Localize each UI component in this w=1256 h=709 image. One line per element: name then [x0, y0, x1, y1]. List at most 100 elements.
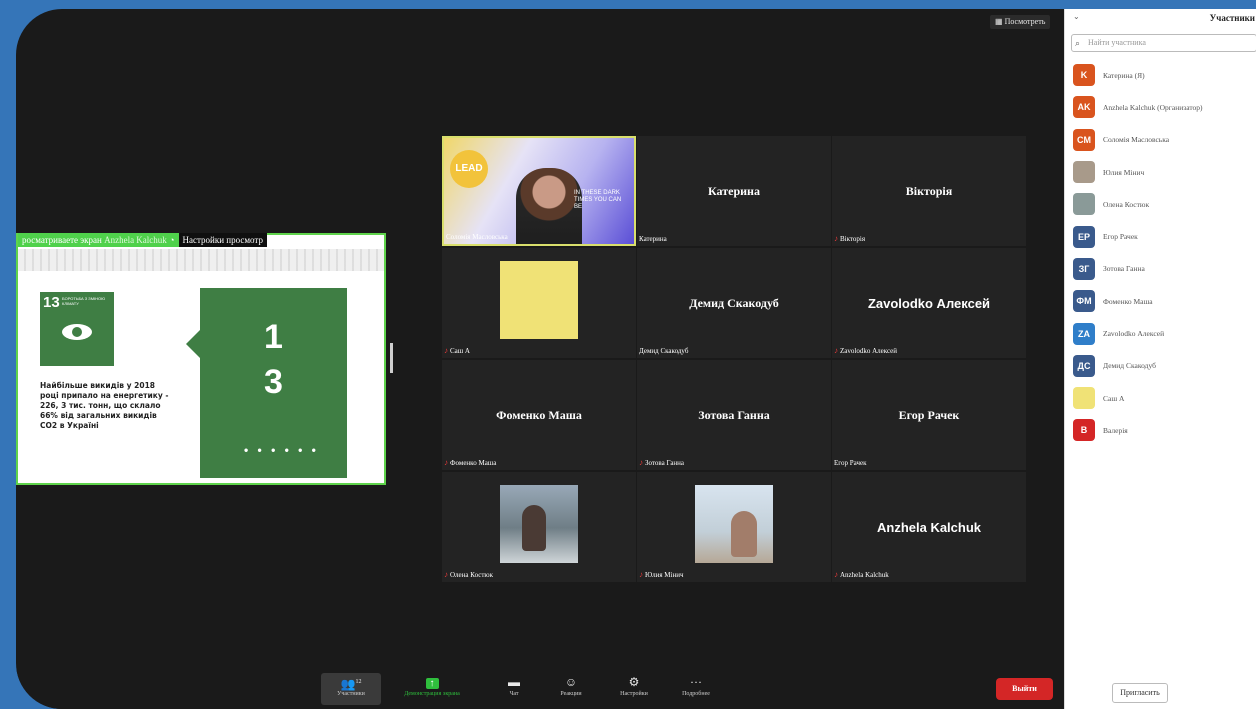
share-screen-label: Демонстрация экрана	[404, 691, 460, 697]
tile-name-label: ♪ Вікторія	[834, 234, 865, 243]
leave-button[interactable]: Выйти	[996, 678, 1053, 700]
slide-digit-2: 3	[264, 363, 283, 401]
avatar	[1073, 161, 1095, 184]
participant-row[interactable]: CM Соломія Масловська	[1073, 124, 1256, 156]
tile-name-label: ♪ Фоменко Маша	[444, 458, 496, 467]
participant-search-input[interactable]: ⌕ Найти участника	[1071, 34, 1256, 52]
avatar	[1073, 193, 1095, 216]
resize-handle[interactable]	[390, 343, 393, 373]
view-settings-button[interactable]: Настройки просмотр	[178, 233, 267, 247]
panel-header: ⌄ Участники	[1065, 9, 1256, 31]
video-tile[interactable]: Фоменко Маша ♪ Фоменко Маша	[442, 360, 636, 470]
participant-row[interactable]: K Катерина (Я)	[1073, 59, 1256, 91]
mic-muted-icon: ♪	[834, 570, 838, 579]
video-tile[interactable]: Катерина Катерина	[637, 136, 831, 246]
tile-label-text: Zavolodko Алексей	[840, 346, 898, 355]
tile-label-text: Фоменко Маша	[450, 458, 497, 467]
mic-muted-icon: ♪	[834, 234, 838, 243]
share-screen-button[interactable]: ↑ Демонстрация экрана	[386, 673, 478, 705]
search-placeholder: Найти участника	[1088, 38, 1146, 47]
tile-label-text: Anzhela Kalchuk	[840, 570, 889, 579]
video-tile[interactable]: Anzhela Kalchuk ♪ Anzhela Kalchuk	[832, 472, 1026, 582]
slide-digit-1: 1	[264, 318, 283, 356]
video-tile[interactable]: Zavolodko Алексей ♪ Zavolodko Алексей	[832, 248, 1026, 358]
video-tile[interactable]: ♪ Саш А	[442, 248, 636, 358]
avatar: CM	[1073, 128, 1095, 151]
sdg-number: 13	[43, 294, 60, 311]
tile-name-label: Катерина	[639, 235, 667, 243]
video-tile[interactable]: Вікторія ♪ Вікторія	[832, 136, 1026, 246]
participant-name: Демид Скакодуб	[1103, 361, 1156, 371]
tile-center-name: Егор Рачек	[898, 408, 960, 422]
tile-name-label: Соломія Масловська	[446, 233, 508, 241]
presenter-name: Anzhela Kalchuk	[104, 235, 167, 245]
sdg-title: БОРОТЬБА З ЗМІНОЮ КЛІМАТУ	[62, 296, 106, 306]
viewing-notice: росматриваете экран Anzhela Kalchuk ◔	[18, 233, 179, 247]
video-tile[interactable]: Зотова Ганна ♪ Зотова Ганна	[637, 360, 831, 470]
avatar: K	[1073, 64, 1095, 87]
participant-row[interactable]: ФМ Фоменко Маша	[1073, 285, 1256, 317]
tile-center-name: Zavolodko Алексей	[867, 296, 991, 311]
participant-row[interactable]: ДС Демид Скакодуб	[1073, 350, 1256, 382]
reactions-label: Реакции	[560, 691, 582, 697]
tile-label-text: Вікторія	[840, 234, 866, 243]
participants-button[interactable]: 👥12 Участники	[321, 673, 381, 705]
video-tile[interactable]: ♪ Олена Костюк	[442, 472, 636, 582]
chat-button[interactable]: ▬ Чат	[484, 673, 544, 705]
participants-label: Участники	[337, 691, 365, 697]
participant-row[interactable]: ZA Zavolodko Алексей	[1073, 317, 1256, 349]
avatar: ZA	[1073, 322, 1095, 345]
slide-canvas: 13 БОРОТЬБА З ЗМІНОЮ КЛІМАТУ Найбільше в…	[18, 273, 373, 478]
participant-row[interactable]: Юлия Мінич	[1073, 156, 1256, 188]
participant-name: Юлия Мінич	[1103, 167, 1145, 177]
participant-row[interactable]: В Валерія	[1073, 414, 1256, 446]
tile-label-text: Егор Рачек	[834, 459, 867, 467]
reactions-button[interactable]: ☺ Реакции	[544, 673, 598, 705]
participants-count: 12	[355, 679, 362, 685]
video-tile[interactable]: Демид Скакодуб Демид Скакодуб	[637, 248, 831, 358]
participant-name: Катерина (Я)	[1103, 70, 1145, 80]
avatar: ЗГ	[1073, 257, 1095, 280]
shared-screen[interactable]: росматриваете экран Anzhela Kalchuk ◔ На…	[16, 233, 386, 485]
tile-name-label: ♪ Саш А	[444, 346, 470, 355]
search-icon: ⌕	[1075, 38, 1081, 48]
view-button[interactable]: ▦ Посмотреть	[990, 15, 1051, 29]
tile-label-text: Зотова Ганна	[645, 458, 685, 467]
participant-row[interactable]: ЗГ Зотова Ганна	[1073, 253, 1256, 285]
meeting-window: ▦ Посмотреть росматриваете экран Anzhela…	[16, 9, 1256, 709]
avatar: ЕР	[1073, 225, 1095, 248]
video-tile[interactable]: ♪ Юлия Мінич	[637, 472, 831, 582]
chat-label: Чат	[509, 691, 519, 697]
avatar: В	[1073, 419, 1095, 442]
settings-button[interactable]: ⚙ Настройки	[604, 673, 664, 705]
tile-center-name: Anzhela Kalchuk	[876, 520, 982, 535]
shared-app-toolbar	[18, 249, 384, 271]
tile-label-text: Соломія Масловська	[446, 233, 508, 241]
mic-muted-icon: ♪	[444, 570, 448, 579]
avatar: ДС	[1073, 354, 1095, 377]
mic-muted-icon: ♪	[639, 570, 643, 579]
participant-name: Соломія Масловська	[1103, 135, 1170, 145]
participant-row[interactable]: Олена Костюк	[1073, 188, 1256, 220]
video-tile[interactable]: LEAD IN THESE DARK TIMES YOU CAN BE Соломі…	[442, 136, 636, 246]
participant-name: Anzhela Kalchuk (Организатор)	[1103, 102, 1203, 112]
avatar	[500, 261, 578, 339]
person-silhouette	[516, 168, 582, 244]
video-tile[interactable]: Егор Рачек Егор Рачек	[832, 360, 1026, 470]
chevron-down-icon[interactable]: ⌄	[1073, 12, 1080, 21]
tile-label-text: Олена Костюк	[450, 570, 494, 579]
mic-muted-icon: ♪	[444, 458, 448, 467]
tile-center-name: Демид Скакодуб	[689, 296, 779, 310]
invite-button[interactable]: Пригласить	[1112, 683, 1168, 703]
participant-row[interactable]: AK Anzhela Kalchuk (Организатор)	[1073, 91, 1256, 123]
more-button[interactable]: ··· Подробнее	[666, 673, 726, 705]
participant-row[interactable]: ЕР Егор Рачек	[1073, 220, 1256, 252]
participant-row[interactable]: Саш А	[1073, 382, 1256, 414]
tile-center-name: Фоменко Маша	[496, 408, 582, 422]
tile-name-label: Егор Рачек	[834, 459, 866, 467]
tile-label-text: Юлия Мінич	[645, 570, 684, 579]
camera-video: LEAD IN THESE DARK TIMES YOU CAN BE	[444, 138, 634, 244]
participants-icon: 👥12	[340, 677, 362, 691]
participants-panel: ⌄ Участники ⌕ Найти участника K Катерина …	[1064, 9, 1256, 709]
participant-name: Фоменко Маша	[1103, 296, 1153, 306]
